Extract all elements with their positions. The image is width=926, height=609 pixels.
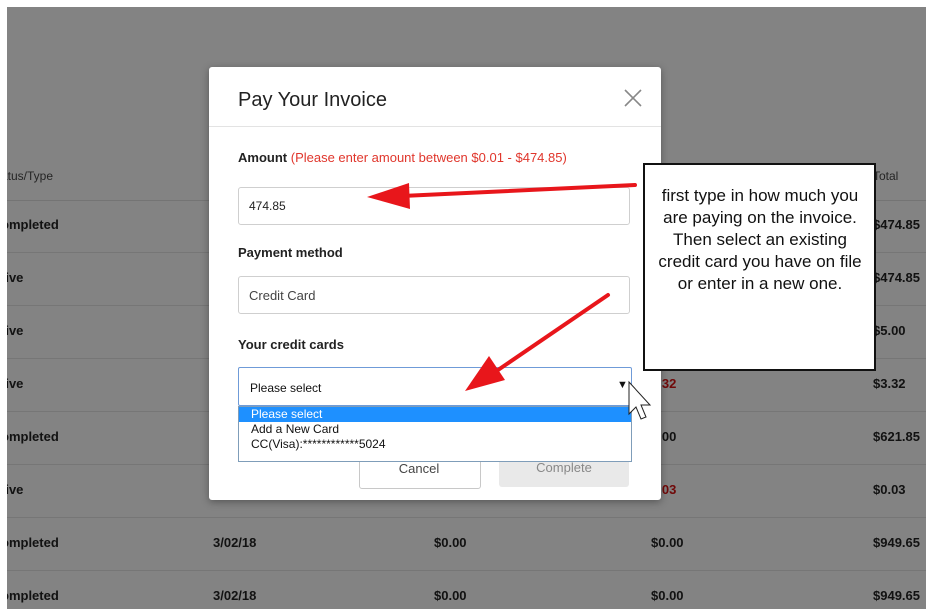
dropdown-arrow-icon: ▼ bbox=[617, 379, 628, 391]
modal-divider bbox=[209, 126, 661, 127]
amount-value: 474.85 bbox=[249, 199, 286, 213]
complete-label: Complete bbox=[536, 460, 592, 475]
app-frame: atus/Type Total ompleted$474.85tive$474.… bbox=[7, 7, 926, 609]
callout-text: first type in how much you are paying on… bbox=[658, 186, 862, 293]
instruction-callout: first type in how much you are paying on… bbox=[643, 163, 876, 371]
credit-card-dropdown: Please select Add a New Card CC(Visa):**… bbox=[238, 406, 632, 462]
option-please-select[interactable]: Please select bbox=[239, 407, 631, 422]
payment-method-value: Credit Card bbox=[249, 288, 316, 303]
pay-invoice-modal: Pay Your Invoice Amount (Please enter am… bbox=[209, 67, 661, 500]
close-button[interactable] bbox=[620, 85, 646, 111]
option-visa-card[interactable]: CC(Visa):************5024 bbox=[239, 437, 631, 452]
option-add-new-card[interactable]: Add a New Card bbox=[239, 422, 631, 437]
cancel-label: Cancel bbox=[398, 461, 440, 476]
credit-card-selected: Please select bbox=[250, 381, 322, 395]
credit-card-select[interactable]: Please select ▼ bbox=[238, 367, 632, 406]
amount-label: Amount (Please enter amount between $0.0… bbox=[238, 150, 567, 165]
amount-label-text: Amount bbox=[238, 150, 288, 165]
amount-hint: (Please enter amount between $0.01 - $47… bbox=[290, 150, 567, 165]
amount-input[interactable]: 474.85 bbox=[238, 187, 630, 225]
credit-cards-label: Your credit cards bbox=[238, 337, 344, 352]
payment-method-field[interactable]: Credit Card bbox=[238, 276, 630, 314]
close-icon bbox=[624, 89, 642, 107]
modal-title: Pay Your Invoice bbox=[238, 89, 387, 111]
payment-method-label: Payment method bbox=[238, 245, 343, 260]
